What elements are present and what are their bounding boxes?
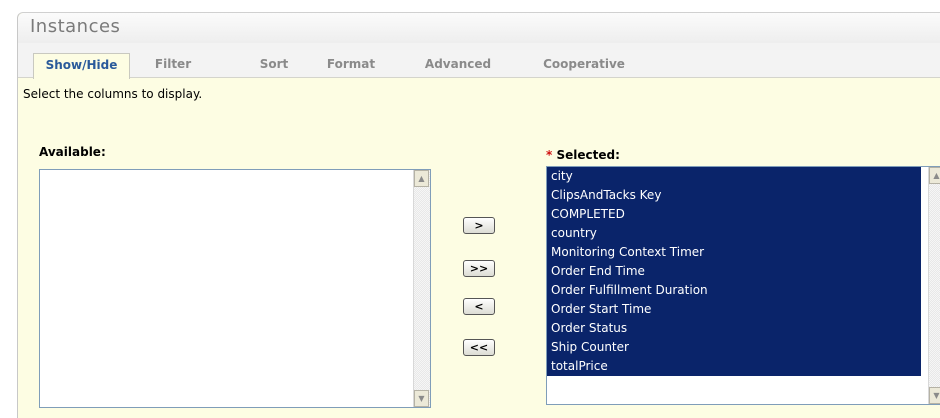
selected-label: Selected: bbox=[556, 148, 620, 162]
tab-cooperative[interactable]: Cooperative bbox=[536, 53, 632, 77]
list-item[interactable]: Monitoring Context Timer bbox=[547, 243, 921, 262]
list-item[interactable]: city bbox=[547, 167, 921, 186]
available-label: Available: bbox=[39, 145, 106, 159]
tab-format[interactable]: Format bbox=[324, 53, 378, 77]
tab-filter[interactable]: Filter bbox=[148, 53, 198, 77]
add-button[interactable]: > bbox=[463, 217, 495, 234]
list-item[interactable]: Order End Time bbox=[547, 262, 921, 281]
list-item[interactable]: Order Status bbox=[547, 319, 921, 338]
panel-title-bar: Instances bbox=[18, 13, 940, 43]
remove-all-button[interactable]: << bbox=[463, 339, 495, 356]
list-item[interactable]: country bbox=[547, 224, 921, 243]
list-item[interactable]: ClipsAndTacks Key bbox=[547, 186, 921, 205]
selected-label-group: * Selected: bbox=[546, 148, 620, 162]
selected-items: city ClipsAndTacks Key COMPLETED country Mon… bbox=[547, 167, 921, 376]
tab-strip: Show/Hide Filter Sort Format Advanced Co… bbox=[18, 43, 940, 79]
selected-listbox[interactable]: city ClipsAndTacks Key COMPLETED country Mon… bbox=[546, 166, 940, 405]
up-arrow-icon[interactable]: ▲ bbox=[929, 167, 940, 184]
tab-show-hide[interactable]: Show/Hide bbox=[33, 53, 130, 79]
available-listbox[interactable]: ▲ ▼ bbox=[39, 169, 431, 408]
panel-title: Instances bbox=[30, 16, 121, 37]
up-arrow-icon[interactable]: ▲ bbox=[414, 170, 429, 187]
down-arrow-icon[interactable]: ▼ bbox=[414, 390, 429, 407]
available-scrollbar[interactable]: ▲ ▼ bbox=[413, 170, 430, 407]
list-item[interactable]: Order Start Time bbox=[547, 300, 921, 319]
required-marker: * bbox=[546, 148, 553, 162]
tab-advanced[interactable]: Advanced bbox=[420, 53, 496, 77]
down-arrow-icon[interactable]: ▼ bbox=[929, 387, 940, 404]
list-item[interactable]: Ship Counter bbox=[547, 338, 921, 357]
add-all-button[interactable]: >> bbox=[463, 260, 495, 277]
remove-button[interactable]: < bbox=[463, 298, 495, 315]
list-item[interactable]: Order Fulfillment Duration bbox=[547, 281, 921, 300]
instruction-text: Select the columns to display. bbox=[23, 87, 203, 101]
tab-sort[interactable]: Sort bbox=[254, 53, 294, 77]
selected-scrollbar[interactable]: ▲ ▼ bbox=[928, 167, 940, 404]
list-item[interactable]: totalPrice bbox=[547, 357, 921, 376]
list-item[interactable]: COMPLETED bbox=[547, 205, 921, 224]
